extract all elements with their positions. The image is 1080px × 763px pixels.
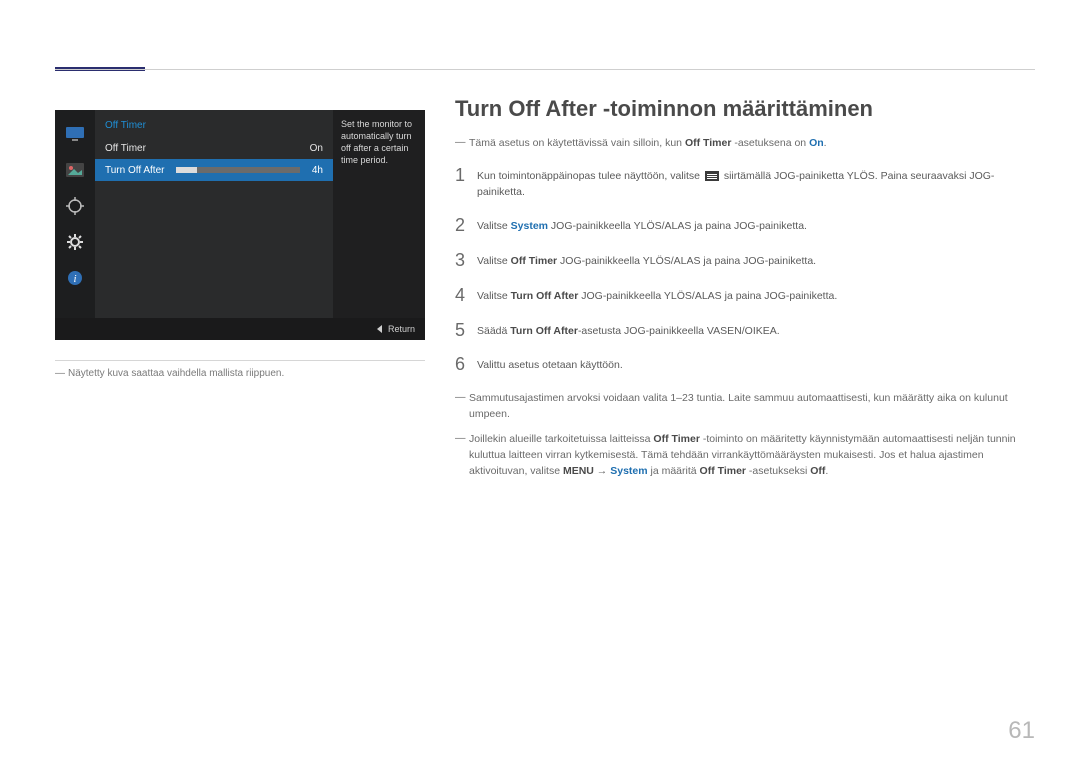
monitor-icon [61, 120, 89, 148]
osd-row-value: On [310, 143, 323, 154]
step-text: Säädä Turn Off After-asetusta JOG-painik… [477, 321, 780, 340]
step-text: Kun toimintonäppäinopas tulee näyttöön, … [477, 166, 1035, 201]
osd-help-text: Set the monitor to automatically turn of… [333, 110, 425, 318]
step-text: Valitse Turn Off After JOG-painikkeella … [477, 286, 837, 305]
intro-mid: -asetuksena on [731, 137, 809, 149]
step-text: Valitse Off Timer JOG-painikkeella YLÖS/… [477, 251, 816, 270]
step-number: 3 [455, 251, 477, 269]
step-number: 6 [455, 355, 477, 373]
picture-icon [61, 156, 89, 184]
osd-row-offtimer: Off Timer On [95, 137, 333, 159]
step-6: 6 Valittu asetus otetaan käyttöön. [455, 355, 1035, 374]
gear-icon [61, 228, 89, 256]
osd-slider [176, 167, 299, 173]
back-triangle-icon [377, 325, 382, 333]
target-icon [61, 192, 89, 220]
osd-slider-fill [176, 167, 197, 173]
osd-return-label: Return [388, 324, 415, 334]
intro-blue: On [809, 137, 824, 149]
step-1: 1 Kun toimintonäppäinopas tulee näyttöön… [455, 166, 1035, 201]
intro-pre: Tämä asetus on käytettävissä vain silloi… [469, 137, 685, 149]
step-text: Valittu asetus otetaan käyttöön. [477, 355, 623, 374]
step-number: 2 [455, 216, 477, 234]
intro-post: . [824, 137, 827, 149]
footnotes: Sammutusajastimen arvoksi voidaan valita… [455, 390, 1035, 479]
step-2: 2 Valitse System JOG-painikkeella YLÖS/A… [455, 216, 1035, 235]
intro-note: Tämä asetus on käytettävissä vain silloi… [455, 136, 1035, 152]
step-number: 5 [455, 321, 477, 339]
osd-screenshot: i Off Timer Off Timer On Turn Off After … [55, 110, 425, 340]
menu-icon [705, 171, 719, 181]
osd-caption: ―Näytetty kuva saattaa vaihdella mallist… [55, 368, 284, 379]
steps-list: 1 Kun toimintonäppäinopas tulee näyttöön… [455, 166, 1035, 374]
osd-main: Off Timer Off Timer On Turn Off After 4h… [95, 110, 425, 318]
step-3: 3 Valitse Off Timer JOG-painikkeella YLÖ… [455, 251, 1035, 270]
step-number: 4 [455, 286, 477, 304]
osd-sidebar: i [55, 110, 95, 318]
info-icon: i [61, 264, 89, 292]
page-title: Turn Off After -toiminnon määrittäminen [455, 96, 1035, 122]
step-text: Valitse System JOG-painikkeella YLÖS/ALA… [477, 216, 807, 235]
step-number: 1 [455, 166, 477, 184]
osd-row-turnoffafter: Turn Off After 4h [95, 159, 333, 181]
header-rule [55, 69, 1035, 70]
osd-caption-text: Näytetty kuva saattaa vaihdella mallista… [68, 368, 284, 379]
page-number: 61 [1008, 717, 1035, 745]
main-content: Turn Off After -toiminnon määrittäminen … [455, 96, 1035, 487]
osd-menu: Off Timer Off Timer On Turn Off After 4h [95, 110, 333, 318]
osd-row-label: Turn Off After [105, 165, 164, 176]
footnote-2: Joillekin alueille tarkoitetuissa laitte… [455, 431, 1035, 480]
osd-caption-rule [55, 360, 425, 361]
footnote-1: Sammutusajastimen arvoksi voidaan valita… [455, 390, 1035, 423]
osd-body: i Off Timer Off Timer On Turn Off After … [55, 110, 425, 318]
osd-row-value: 4h [312, 165, 323, 176]
osd-menu-title: Off Timer [95, 116, 333, 137]
svg-text:i: i [73, 273, 76, 285]
intro-bold: Off Timer [685, 137, 731, 149]
osd-footer: Return [55, 318, 425, 340]
step-5: 5 Säädä Turn Off After-asetusta JOG-pain… [455, 321, 1035, 340]
step-4: 4 Valitse Turn Off After JOG-painikkeell… [455, 286, 1035, 305]
osd-row-label: Off Timer [105, 143, 146, 154]
